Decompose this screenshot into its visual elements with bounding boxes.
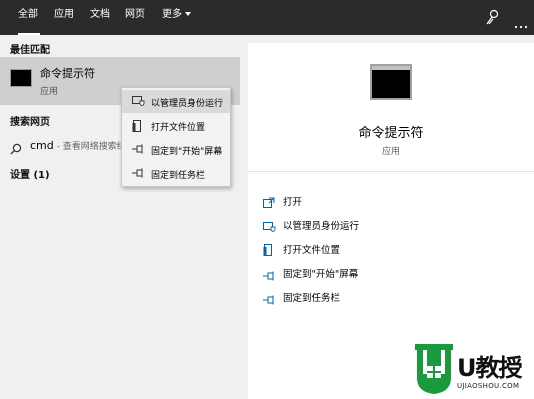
feedback-icon[interactable]	[486, 9, 500, 29]
more-options-icon[interactable]	[514, 14, 528, 33]
web-search-query: cmd	[30, 139, 54, 152]
web-search-text: cmd - 查看网络搜索结	[30, 139, 126, 152]
action-pin-to-start-label: 固定到"开始"屏幕	[283, 269, 359, 280]
tab-web[interactable]: 网页	[125, 0, 145, 35]
tab-documents[interactable]: 文档	[90, 0, 110, 35]
watermark: U教授 UJIAOSHOU.COM	[413, 340, 534, 399]
tab-apps[interactable]: 应用	[54, 0, 74, 35]
ctx-pin-to-taskbar-label: 固定到任务栏	[151, 171, 206, 181]
search-filter-bar: 全部 应用 文档 网页 更多	[0, 0, 534, 35]
file-location-icon	[132, 120, 143, 136]
preview-app-name: 命令提示符	[358, 126, 424, 141]
preview-app-type: 应用	[381, 147, 400, 157]
ctx-pin-to-taskbar[interactable]: 固定到任务栏	[122, 162, 230, 185]
tab-more-label: 更多	[162, 9, 182, 20]
best-match-type: 应用	[40, 87, 59, 97]
watermark-brand: U教授	[457, 354, 522, 382]
command-prompt-icon	[10, 69, 32, 87]
shield-icon	[263, 218, 276, 237]
open-icon	[263, 194, 275, 213]
ctx-run-as-admin[interactable]: 以管理员身份运行	[122, 90, 230, 113]
ctx-open-file-location[interactable]: 打开文件位置	[122, 114, 230, 137]
action-open-label: 打开	[283, 197, 303, 208]
search-icon	[10, 140, 22, 159]
action-open-file-location-label: 打开文件位置	[283, 245, 341, 256]
web-search-heading: 搜索网页	[10, 117, 50, 128]
pin-icon	[263, 290, 275, 309]
tab-more[interactable]: 更多	[162, 0, 191, 35]
ctx-pin-to-start[interactable]: 固定到"开始"屏幕	[122, 138, 230, 161]
watermark-url: UJIAOSHOU.COM	[457, 382, 520, 390]
ctx-pin-to-start-label: 固定到"开始"屏幕	[151, 147, 223, 157]
ctx-open-file-location-label: 打开文件位置	[151, 123, 206, 133]
pin-icon	[132, 144, 144, 157]
web-search-hint: - 查看网络搜索结	[53, 142, 126, 152]
action-run-as-admin-label: 以管理员身份运行	[283, 221, 360, 232]
action-pin-to-taskbar-label: 固定到任务栏	[283, 293, 341, 304]
file-location-icon	[263, 242, 274, 261]
pin-icon	[132, 168, 144, 181]
watermark-logo-icon	[415, 344, 453, 394]
ctx-run-as-admin-label: 以管理员身份运行	[151, 99, 224, 109]
command-prompt-icon	[370, 64, 412, 100]
shield-icon	[132, 96, 145, 110]
tab-all[interactable]: 全部	[18, 0, 40, 35]
pin-icon	[263, 266, 275, 285]
chevron-down-icon	[185, 12, 191, 16]
divider	[248, 171, 534, 172]
best-match-heading: 最佳匹配	[10, 45, 50, 56]
best-match-name: 命令提示符	[40, 67, 95, 80]
context-menu: 以管理员身份运行 打开文件位置 固定到"开始"屏幕 固定到任务栏	[121, 87, 231, 187]
settings-heading[interactable]: 设置 (1)	[10, 166, 50, 181]
